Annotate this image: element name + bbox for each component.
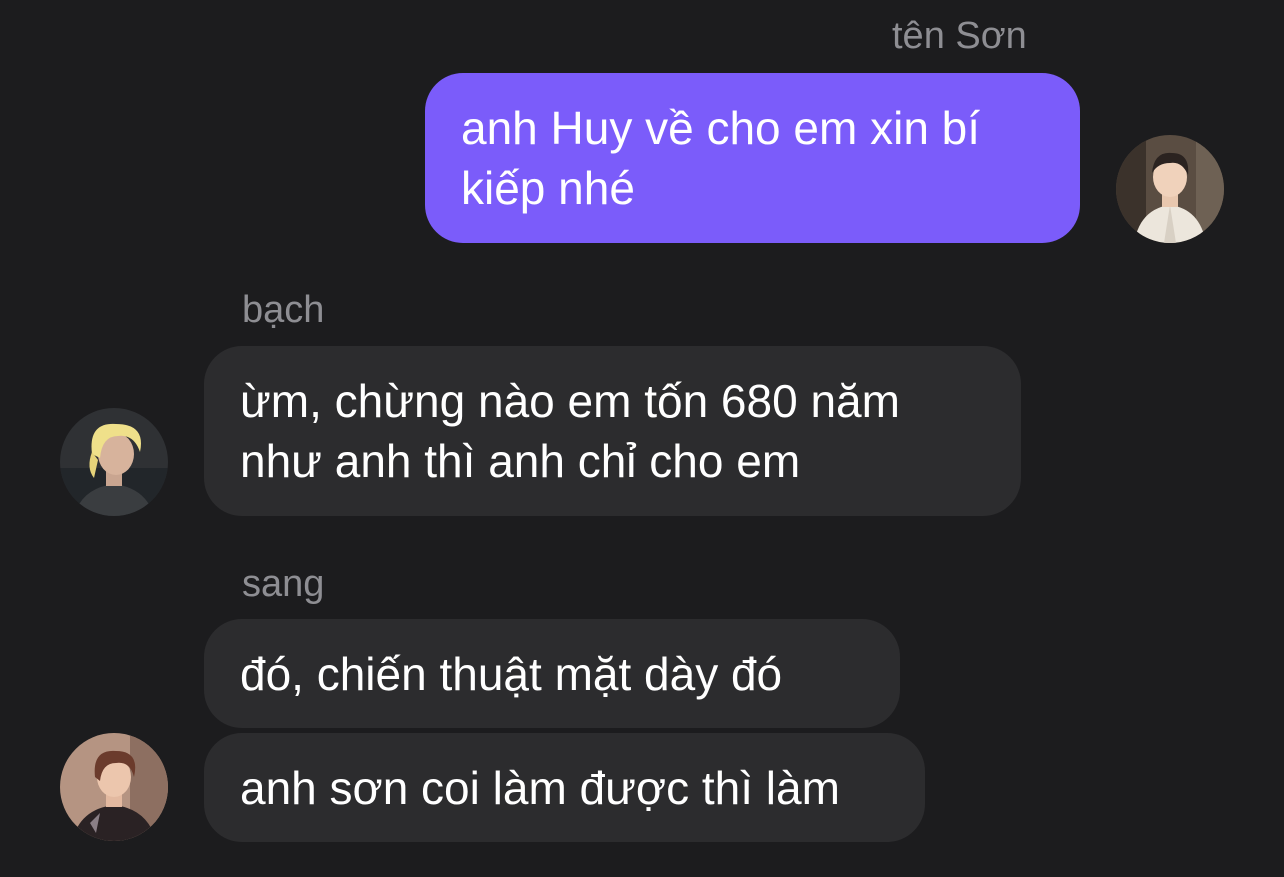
user-avatar-bach[interactable] [60,408,168,516]
message-bubble-incoming[interactable]: ừm, chừng nào em tốn 680 năm như anh thì… [204,346,1021,516]
message-bubble-incoming[interactable]: anh sơn coi làm được thì làm [204,733,925,842]
message-text: anh Huy về cho em xin bí kiếp nhé [461,102,981,214]
sender-name: tên Sơn [892,15,1027,57]
user-avatar-son[interactable] [1116,135,1224,243]
sender-name: bạch [242,289,325,331]
message-bubble-outgoing[interactable]: anh Huy về cho em xin bí kiếp nhé [425,73,1080,243]
message-text: anh sơn coi làm được thì làm [240,761,840,814]
user-avatar-sang[interactable] [60,733,168,841]
message-text: ừm, chừng nào em tốn 680 năm như anh thì… [240,375,900,487]
chat-screen: tên Sơn anh Huy về cho em xin bí kiếp nh… [0,0,1284,877]
message-bubble-incoming[interactable]: đó, chiến thuật mặt dày đó [204,619,900,728]
message-text: đó, chiến thuật mặt dày đó [240,647,783,700]
sender-name: sang [242,563,325,605]
